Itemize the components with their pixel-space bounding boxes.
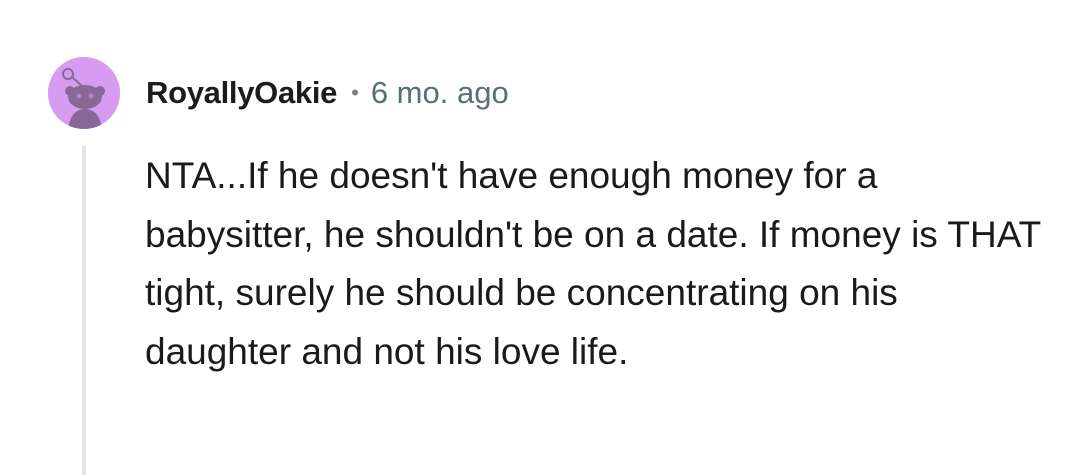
user-avatar[interactable] — [48, 57, 120, 129]
comment-body: NTA...If he doesn't have enough money fo… — [145, 155, 1041, 372]
thread-collapse-line[interactable] — [82, 146, 86, 475]
comment-header: RoyallyOakie • 6 mo. ago — [146, 71, 509, 115]
comment-author[interactable]: RoyallyOakie — [146, 75, 337, 111]
snoo-avatar-icon — [48, 57, 120, 129]
comment-timestamp[interactable]: 6 mo. ago — [371, 75, 509, 111]
separator-dot: • — [351, 80, 359, 105]
comment: RoyallyOakie • 6 mo. ago NTA...If he doe… — [0, 0, 1079, 475]
